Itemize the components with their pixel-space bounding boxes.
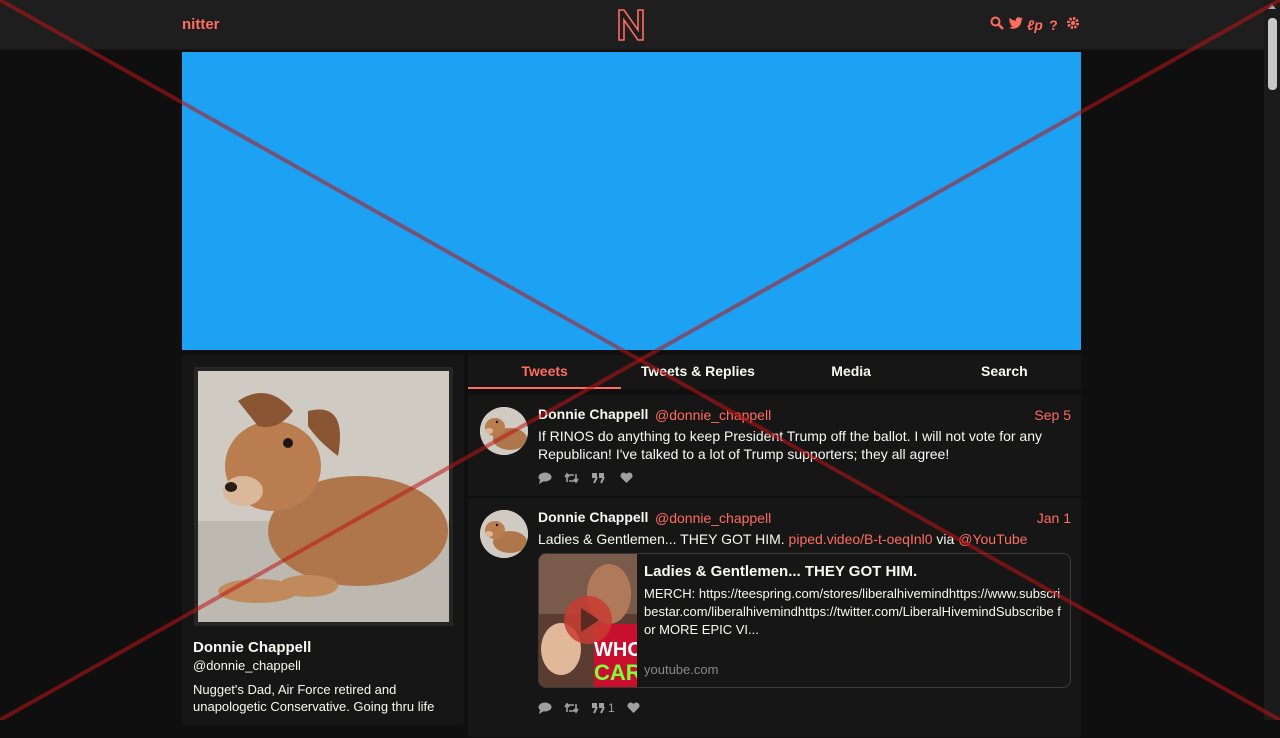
scrollbar-thumb[interactable] xyxy=(1268,18,1277,90)
search-icon[interactable] xyxy=(989,16,1004,33)
reply-icon[interactable] xyxy=(538,472,552,484)
quote-count: 1 xyxy=(608,701,615,715)
page-scrollbar[interactable] xyxy=(1264,0,1280,720)
quote-icon[interactable]: 1 xyxy=(591,701,615,715)
help-icon[interactable]: ? xyxy=(1046,17,1061,33)
tweet-mention[interactable]: @YouTube xyxy=(958,531,1027,547)
tweet-author-handle[interactable]: @donnie_chappell xyxy=(655,510,771,526)
card-title[interactable]: Ladies & Gentlemen... THEY GOT HIM. xyxy=(644,563,917,580)
nav-icon-group: ℓp ? xyxy=(989,16,1080,33)
tweet-link[interactable]: piped.video/B-t-oeqInl0 xyxy=(789,531,933,547)
reply-icon[interactable] xyxy=(538,702,552,714)
tweet-item[interactable]: Donnie Chappell @donnie_chappell Sep 5 I… xyxy=(468,395,1081,497)
profile-bio: Nugget's Dad, Air Force retired and unap… xyxy=(193,682,435,714)
profile-avatar[interactable] xyxy=(194,367,453,626)
tweet-author-name[interactable]: Donnie Chappell xyxy=(538,406,648,422)
retweet-icon[interactable] xyxy=(564,472,579,484)
profile-banner xyxy=(182,52,1081,350)
tweet-item[interactable]: Donnie Chappell @donnie_chappell Jan 1 L… xyxy=(468,498,1081,738)
tab-media[interactable]: Media xyxy=(775,355,928,389)
tweet-avatar[interactable] xyxy=(480,407,528,455)
tweet-date[interactable]: Sep 5 xyxy=(1034,407,1071,423)
tweet-author-handle[interactable]: @donnie_chappell xyxy=(655,407,771,423)
tweet-text: If RINOS do anything to keep President T… xyxy=(538,428,1043,462)
tab-tweets[interactable]: Tweets xyxy=(468,355,622,389)
nitter-home-link[interactable]: nitter xyxy=(182,16,220,33)
card-description: MERCH: https://teespring.com/stores/libe… xyxy=(644,586,1061,637)
tab-search[interactable]: Search xyxy=(928,355,1081,389)
tweet-text-via: via xyxy=(932,531,959,547)
tweet-author-name[interactable]: Donnie Chappell xyxy=(538,509,648,525)
gear-icon[interactable] xyxy=(1065,16,1080,33)
like-icon[interactable] xyxy=(627,702,640,714)
retweet-icon[interactable] xyxy=(564,702,579,714)
tweet-stats xyxy=(538,472,633,484)
tweet-text-prefix: Ladies & Gentlemen... THEY GOT HIM. xyxy=(538,531,789,547)
twitter-bird-icon[interactable] xyxy=(1008,16,1023,33)
card-domain: youtube.com xyxy=(644,662,719,677)
rss-icon[interactable]: ℓp xyxy=(1027,17,1043,33)
profile-handle[interactable]: @donnie_chappell xyxy=(193,658,301,673)
thumb-text-car: CAR xyxy=(594,660,637,685)
profile-name[interactable]: Donnie Chappell xyxy=(193,639,311,656)
link-preview-card[interactable]: WHO CAR Ladies & Gentlemen... THEY GOT H… xyxy=(538,553,1071,688)
quote-icon[interactable] xyxy=(591,472,608,484)
tweet-avatar[interactable] xyxy=(480,510,528,558)
tweet-stats: 1 xyxy=(538,701,640,715)
tweet-date[interactable]: Jan 1 xyxy=(1037,510,1071,526)
tab-tweets-and-replies[interactable]: Tweets & Replies xyxy=(621,355,774,389)
thumb-text-who: WHO xyxy=(594,639,637,661)
timeline-tabs: Tweets Tweets & Replies Media Search xyxy=(468,355,1081,389)
like-icon[interactable] xyxy=(620,472,633,484)
top-navbar: nitter ℓp ? xyxy=(0,0,1264,50)
tweet-text: Ladies & Gentlemen... THEY GOT HIM. pipe… xyxy=(538,530,1073,548)
profile-card: Donnie Chappell @donnie_chappell Nugget'… xyxy=(182,355,464,725)
scroll-up-arrow-icon[interactable] xyxy=(1268,4,1276,9)
timeline: Tweets Tweets & Replies Media Search Don… xyxy=(468,355,1081,738)
nitter-logo-icon[interactable] xyxy=(617,8,645,47)
card-thumbnail[interactable]: WHO CAR xyxy=(539,554,637,687)
